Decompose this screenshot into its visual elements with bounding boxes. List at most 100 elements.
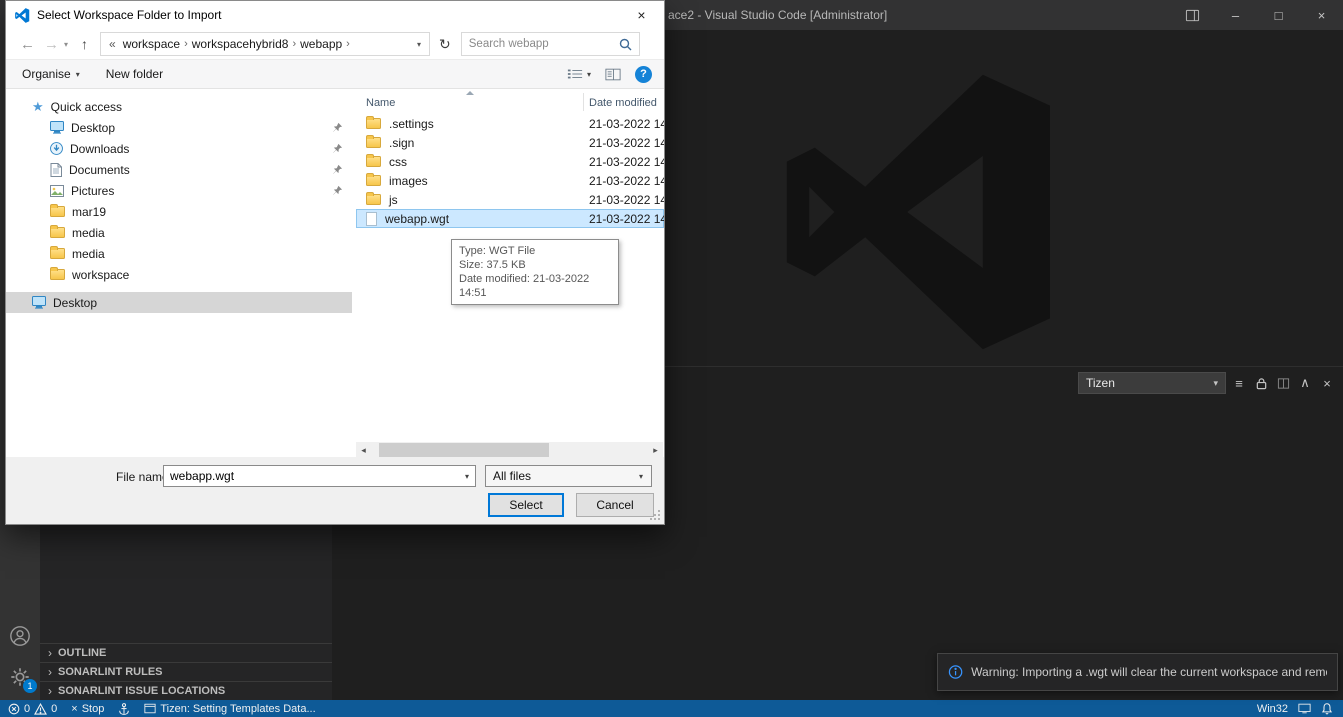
select-button[interactable]: Select bbox=[488, 493, 564, 517]
file-date: 21-03-2022 14:5 bbox=[589, 117, 664, 131]
tizen-task-status[interactable]: Tizen: Setting Templates Data... bbox=[144, 703, 315, 715]
sidebar-item-workspace[interactable]: workspace bbox=[6, 264, 352, 285]
chevron-down-icon: ▾ bbox=[633, 472, 649, 481]
sidebar-item-label: Documents bbox=[69, 163, 130, 177]
file-name: js bbox=[389, 193, 398, 207]
folder-icon bbox=[50, 227, 65, 238]
pin-icon bbox=[332, 164, 343, 175]
chevron-right-icon: › bbox=[48, 665, 52, 679]
file-name-input[interactable] bbox=[164, 469, 459, 483]
scrollbar-thumb[interactable] bbox=[379, 443, 549, 457]
lock-scroll-icon[interactable] bbox=[1253, 375, 1269, 391]
sidebar-item-pictures[interactable]: Pictures bbox=[6, 180, 352, 201]
table-row[interactable]: js 21-03-2022 14:5 bbox=[356, 190, 664, 209]
scroll-right-icon[interactable]: ▸ bbox=[648, 445, 663, 456]
sidebar-item-documents[interactable]: Documents bbox=[6, 159, 352, 180]
horizontal-scrollbar[interactable]: ◂ ▸ bbox=[356, 442, 663, 458]
file-name: .settings bbox=[389, 117, 434, 131]
maximize-button[interactable]: □ bbox=[1257, 0, 1300, 30]
sidebar-item-desktop-root[interactable]: Desktop bbox=[6, 292, 352, 313]
preview-pane-icon[interactable] bbox=[605, 68, 621, 81]
table-row[interactable]: .sign 21-03-2022 14:5 bbox=[356, 133, 664, 152]
section-label: SONARLINT RULES bbox=[58, 666, 163, 678]
change-view-button[interactable]: ▾ bbox=[567, 68, 591, 80]
dialog-close-button[interactable]: × bbox=[619, 1, 664, 29]
section-sonarlint-issue-locations[interactable]: › SONARLINT ISSUE LOCATIONS bbox=[40, 681, 332, 700]
stop-button[interactable]: × Stop bbox=[71, 703, 104, 715]
breadcrumb-separator-icon[interactable]: › bbox=[346, 38, 350, 50]
download-icon bbox=[50, 142, 63, 155]
settings-gear-icon[interactable]: 1 bbox=[8, 665, 32, 689]
resize-grip[interactable] bbox=[648, 508, 661, 521]
column-header-name[interactable]: Name bbox=[366, 97, 395, 109]
folder-icon bbox=[50, 269, 65, 280]
tooltip-size: Size: 37.5 KB bbox=[459, 258, 611, 272]
back-button[interactable]: ← bbox=[20, 36, 35, 53]
screen-icon[interactable] bbox=[1298, 703, 1311, 714]
chevron-down-icon: ▾ bbox=[587, 70, 591, 79]
close-panel-icon[interactable]: × bbox=[1319, 375, 1335, 391]
address-dropdown-icon[interactable]: ▾ bbox=[417, 40, 424, 49]
table-row-selected[interactable]: webapp.wgt 21-03-2022 14:5 bbox=[356, 209, 664, 228]
table-row[interactable]: images 21-03-2022 14:5 bbox=[356, 171, 664, 190]
bell-icon[interactable] bbox=[1321, 702, 1333, 715]
forward-button[interactable]: → bbox=[44, 36, 59, 53]
file-type-select[interactable]: All files ▾ bbox=[485, 465, 652, 487]
breadcrumb-overflow-icon[interactable]: « bbox=[106, 37, 119, 51]
section-sonarlint-rules[interactable]: › SONARLINT RULES bbox=[40, 662, 332, 681]
sidebar-item-downloads[interactable]: Downloads bbox=[6, 138, 352, 159]
stop-x-icon: × bbox=[71, 703, 77, 715]
settings-badge: 1 bbox=[23, 679, 37, 693]
notification-toast[interactable]: Warning: Importing a .wgt will clear the… bbox=[937, 653, 1338, 691]
organise-menu[interactable]: Organise ▾ bbox=[22, 67, 80, 81]
layout-toggle-icon[interactable] bbox=[1171, 0, 1214, 30]
sidebar-item-label: Downloads bbox=[70, 142, 129, 156]
table-row[interactable]: .settings 21-03-2022 14:5 bbox=[356, 114, 664, 133]
address-bar[interactable]: « workspace › workspacehybrid8 › webapp … bbox=[100, 32, 430, 56]
refresh-button[interactable]: ↻ bbox=[439, 36, 451, 53]
file-name: .sign bbox=[389, 136, 414, 150]
table-row[interactable]: css 21-03-2022 14:5 bbox=[356, 152, 664, 171]
dialog-title: Select Workspace Folder to Import bbox=[37, 8, 222, 22]
maximize-panel-icon[interactable]: ∧ bbox=[1297, 375, 1313, 391]
cancel-button[interactable]: Cancel bbox=[576, 493, 654, 517]
account-icon[interactable] bbox=[8, 624, 32, 648]
folder-icon bbox=[366, 156, 381, 167]
output-channel-select[interactable]: Tizen ▾ bbox=[1078, 372, 1226, 394]
minimize-icon: – bbox=[1232, 8, 1239, 23]
window-controls: – □ × bbox=[1171, 0, 1343, 30]
split-panel-icon[interactable] bbox=[1275, 375, 1291, 391]
sidebar-item-media[interactable]: media bbox=[6, 243, 352, 264]
menu-lines-icon[interactable]: ≡ bbox=[1231, 375, 1247, 391]
breadcrumb-item[interactable]: webapp bbox=[296, 37, 346, 51]
history-dropdown-icon[interactable]: ▾ bbox=[64, 40, 68, 49]
scroll-left-icon[interactable]: ◂ bbox=[356, 445, 371, 456]
breadcrumb-item[interactable]: workspace bbox=[119, 37, 184, 51]
column-divider[interactable] bbox=[583, 93, 584, 111]
file-dialog: Select Workspace Folder to Import × ← → … bbox=[5, 0, 665, 525]
platform-label[interactable]: Win32 bbox=[1257, 703, 1288, 715]
close-window-button[interactable]: × bbox=[1300, 0, 1343, 30]
new-folder-button[interactable]: New folder bbox=[106, 67, 163, 81]
folder-icon bbox=[50, 248, 65, 259]
file-date: 21-03-2022 14:5 bbox=[589, 212, 664, 226]
sidebar-item-media[interactable]: media bbox=[6, 222, 352, 243]
problems-indicator[interactable]: 0 0 bbox=[8, 703, 57, 715]
column-header-date-modified[interactable]: Date modified bbox=[589, 97, 657, 109]
help-icon[interactable]: ? bbox=[635, 66, 652, 83]
sidebar-item-label: Desktop bbox=[53, 296, 97, 310]
search-input[interactable] bbox=[469, 38, 615, 50]
error-icon bbox=[8, 703, 20, 715]
section-outline[interactable]: › OUTLINE bbox=[40, 643, 332, 662]
scrollbar-track[interactable] bbox=[371, 442, 648, 458]
sidebar-item-desktop[interactable]: Desktop bbox=[6, 117, 352, 138]
organise-label: Organise bbox=[22, 67, 71, 81]
sidebar-item-quick-access[interactable]: ★ Quick access bbox=[6, 96, 352, 117]
up-button[interactable]: ↑ bbox=[81, 36, 88, 52]
chevron-down-icon[interactable]: ▾ bbox=[459, 472, 475, 481]
sidebar-item-label: Quick access bbox=[51, 100, 122, 114]
minimize-button[interactable]: – bbox=[1214, 0, 1257, 30]
sidebar-item-mar19[interactable]: mar19 bbox=[6, 201, 352, 222]
anchor-status-item[interactable] bbox=[118, 702, 130, 716]
breadcrumb-item[interactable]: workspacehybrid8 bbox=[188, 37, 293, 51]
